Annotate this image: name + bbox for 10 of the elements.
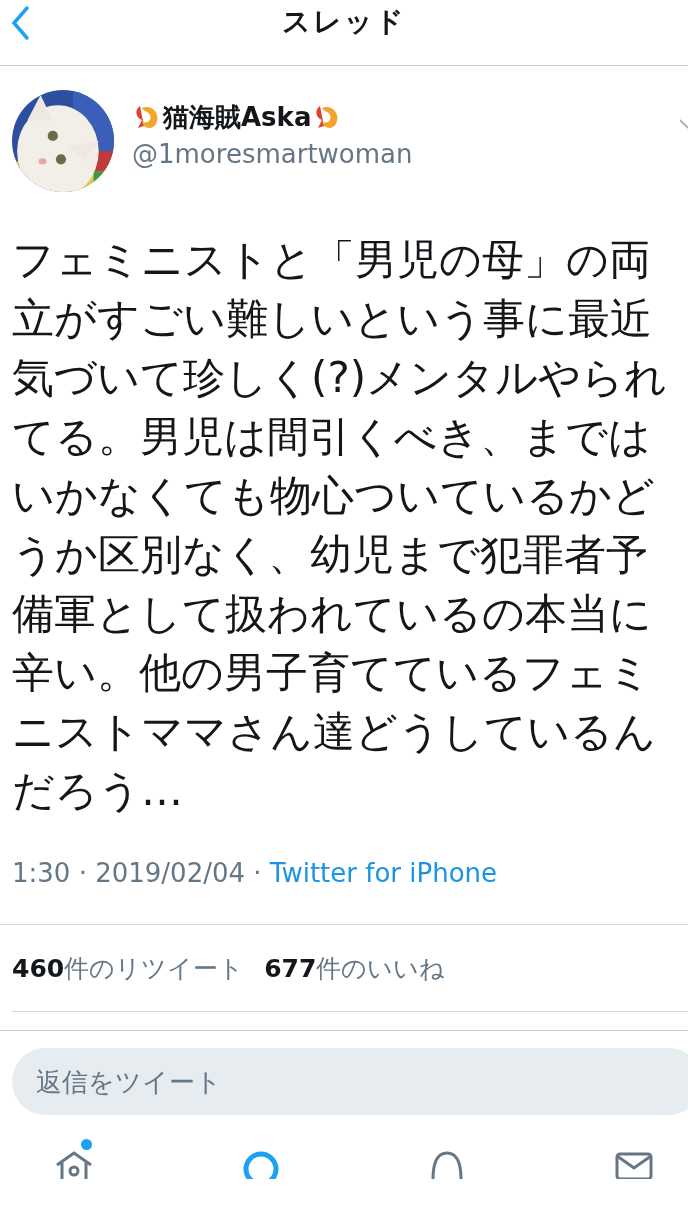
stat-count[interactable]: 460件のリツイート xyxy=(12,951,245,985)
home-icon[interactable] xyxy=(54,1149,94,1179)
page-title: スレッド xyxy=(282,3,406,40)
back-icon[interactable] xyxy=(10,5,30,41)
stat-count[interactable]: 677件のいいね xyxy=(264,951,446,985)
user-handle: @1moresmartwoman xyxy=(132,138,413,169)
tweet-text: フェミニストと「男児の母」の両立がすごい難しいという事に最近気づいて珍しく(?)メンタルやられてる。男児は間引くべき、まではいかなくても物心ついているかどうか区別なく、幼児まで犯罪者予備軍として扱われているの本当に辛い。他の男子育てているフェミニストママさん達どうしているんだろう… xyxy=(12,234,669,817)
user-name: 猫海賊Aska xyxy=(163,100,312,134)
tweet-timestamp: 1:30 · 2019/02/04 · xyxy=(12,858,263,888)
reply-field[interactable]: 返信をツイート xyxy=(12,1048,688,1115)
